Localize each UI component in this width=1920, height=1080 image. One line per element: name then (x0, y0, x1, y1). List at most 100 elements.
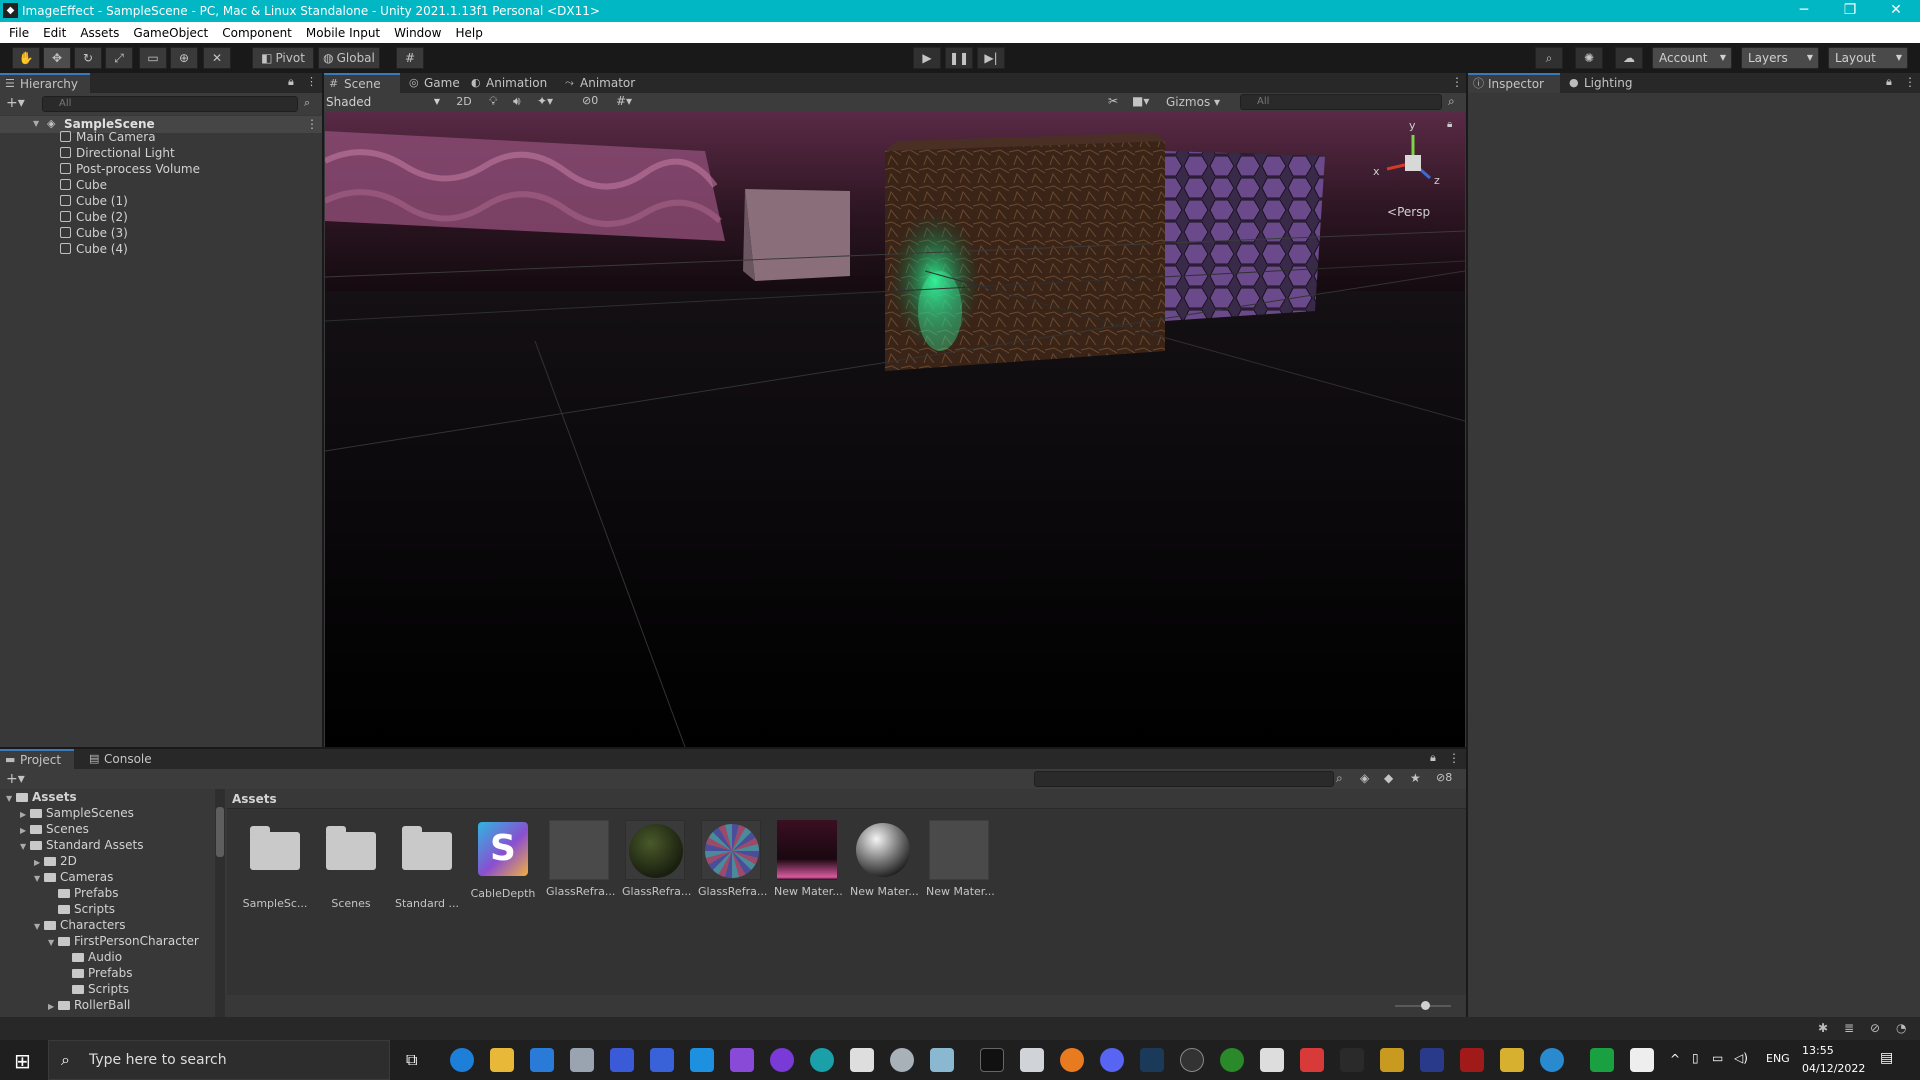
2d-toggle[interactable]: 2D (452, 94, 476, 110)
step-button[interactable]: ▶| (977, 47, 1005, 69)
network-icon[interactable]: ▭ (1712, 1051, 1723, 1065)
search-options-icon[interactable]: ⌕ (1448, 94, 1455, 109)
obs-icon[interactable] (1180, 1048, 1204, 1072)
filter-label-icon[interactable]: ◆ (1384, 771, 1393, 785)
add-icon[interactable]: +▾ (6, 95, 25, 111)
folder-tree-item[interactable]: Prefabs (48, 885, 119, 901)
folder-tree-item[interactable]: ▶ RollerBall (48, 997, 130, 1013)
hierarchy-item[interactable]: Main Camera (60, 129, 156, 145)
app-icon[interactable] (1420, 1048, 1444, 1072)
bug-icon[interactable]: ✱ (1818, 1021, 1828, 1035)
visual-studio-icon[interactable] (730, 1048, 754, 1072)
tab-animation[interactable]: ◐ Animation (466, 73, 556, 93)
folder-tree-item[interactable]: ▼ FirstPersonCharacter (48, 933, 199, 949)
lock-icon[interactable]: 🔒︎ (1430, 751, 1436, 765)
menu-edit[interactable]: Edit (36, 26, 73, 40)
hierarchy-item[interactable]: Cube (4) (60, 241, 128, 257)
hierarchy-item[interactable]: Cube (60, 177, 107, 193)
tab-hierarchy[interactable]: ☰ Hierarchy (0, 73, 90, 93)
hierarchy-item[interactable]: Cube (3) (60, 225, 128, 241)
asset-item[interactable]: New Mater... (774, 820, 843, 898)
tab-lighting[interactable]: ● Lighting (1564, 73, 1644, 93)
app-icon[interactable] (890, 1048, 914, 1072)
folder-tree-item[interactable]: Scripts (48, 901, 115, 917)
search-type-icon[interactable]: ⌕ (1336, 771, 1343, 786)
layers-dropdown[interactable]: Layers (1741, 47, 1819, 69)
folder-tree-item[interactable]: ▼ Characters (34, 917, 126, 933)
app-icon[interactable] (1540, 1048, 1564, 1072)
asset-item[interactable]: GlassRefra... (698, 820, 767, 898)
scene-menu-icon[interactable]: ⋮ (1451, 75, 1463, 89)
folder-tree-item[interactable]: ▶ 2D (34, 853, 77, 869)
app-icon[interactable] (1300, 1048, 1324, 1072)
rect-tool-icon[interactable]: ▭ (139, 47, 167, 69)
menu-assets[interactable]: Assets (73, 26, 126, 40)
hierarchy-item[interactable]: Post-process Volume (60, 161, 200, 177)
terminal-icon[interactable] (980, 1048, 1004, 1072)
tab-game[interactable]: ◎ Game (404, 73, 468, 93)
layout-dropdown[interactable]: Layout (1828, 47, 1908, 69)
hidden-objects-icon[interactable]: ⊘0 (582, 94, 598, 107)
hierarchy-search-input[interactable]: All (42, 96, 298, 112)
task-view-icon[interactable]: ⧉ (406, 1050, 417, 1070)
scene-search-input[interactable]: All (1240, 94, 1442, 110)
grid-toggle-icon[interactable]: #▾ (616, 94, 632, 108)
chevron-down-icon[interactable]: ▼ (20, 839, 30, 855)
camera-icon[interactable]: ■▾ (1132, 94, 1149, 108)
audio-toggle-icon[interactable]: 🔊︎ (513, 94, 521, 109)
folder-tree-item[interactable]: ▼ Standard Assets (20, 837, 143, 853)
shading-mode-dropdown[interactable]: Shaded ▼ (326, 94, 444, 110)
chevron-down-icon[interactable]: ▼ (34, 919, 44, 935)
light-toggle-icon[interactable]: 💡︎ (489, 94, 497, 109)
hierarchy-item[interactable]: Cube (2) (60, 209, 128, 225)
expand-arrow-icon[interactable]: ▼ (33, 119, 43, 128)
rotate-tool-icon[interactable]: ↻ (74, 47, 102, 69)
add-icon[interactable]: +▾ (6, 771, 25, 787)
effects-toggle-icon[interactable]: ✦▾ (537, 94, 553, 108)
lock-icon[interactable]: 🔒︎ (288, 75, 294, 89)
app-icon[interactable] (1500, 1048, 1524, 1072)
windows-start-icon[interactable]: ⊞ (14, 1049, 31, 1073)
minimize-button[interactable]: ─ (1781, 0, 1827, 22)
app-icon[interactable] (570, 1048, 594, 1072)
chevron-right-icon[interactable]: ▶ (48, 999, 58, 1015)
language-indicator[interactable]: ENG (1766, 1052, 1790, 1065)
menu-window[interactable]: Window (387, 26, 448, 40)
menu-mobile-input[interactable]: Mobile Input (299, 26, 387, 40)
folder-tree-item[interactable]: ▶ Scenes (20, 821, 89, 837)
hierarchy-item[interactable]: Cube (1) (60, 193, 128, 209)
hidden-packages-icon[interactable]: ⊘8 (1436, 771, 1452, 784)
projection-label[interactable]: <Persp (1387, 205, 1430, 219)
taskbar-search-input[interactable]: ⌕ Type here to search (48, 1040, 390, 1080)
app-icon[interactable] (1020, 1048, 1044, 1072)
xbox-icon[interactable] (1220, 1048, 1244, 1072)
store-icon[interactable] (530, 1048, 554, 1072)
file-explorer-icon[interactable] (490, 1048, 514, 1072)
app-icon[interactable] (850, 1048, 874, 1072)
github-icon[interactable] (770, 1048, 794, 1072)
tab-project[interactable]: ▬ Project (0, 749, 74, 769)
chevron-down-icon[interactable]: ▼ (48, 935, 58, 951)
gizmo-lock-icon[interactable]: 🔒︎ (1447, 119, 1452, 130)
hand-tool-icon[interactable]: ✋ (12, 47, 40, 69)
edge-icon[interactable] (450, 1048, 474, 1072)
lock-icon[interactable]: 🔒︎ (1886, 75, 1892, 89)
asset-item[interactable]: GlassRefra... (622, 820, 691, 898)
notifications-icon[interactable]: ▤ (1880, 1050, 1893, 1066)
asset-item[interactable]: New Mater... (850, 820, 919, 898)
pivot-toggle[interactable]: ◧ Pivot (252, 47, 314, 69)
app-icon[interactable] (1460, 1048, 1484, 1072)
battery-icon[interactable]: ▯ (1692, 1051, 1699, 1065)
breadcrumb-assets[interactable]: Assets (232, 792, 277, 806)
menu-component[interactable]: Component (215, 26, 299, 40)
chevron-down-icon[interactable]: ▼ (34, 871, 44, 887)
chevron-up-icon[interactable]: ^ (1670, 1052, 1680, 1066)
tab-animator[interactable]: ⤳ Animator (560, 73, 640, 93)
gizmos-dropdown[interactable]: Gizmos ▾ (1166, 94, 1224, 110)
app-icon[interactable] (1380, 1048, 1404, 1072)
network-icon[interactable]: ⊘ (1870, 1021, 1880, 1035)
stack-icon[interactable]: ≣ (1844, 1021, 1854, 1035)
kebab-menu-icon[interactable]: ⋮ (1448, 751, 1460, 765)
chevron-down-icon[interactable]: ▼ (6, 791, 16, 807)
app-icon[interactable] (930, 1048, 954, 1072)
